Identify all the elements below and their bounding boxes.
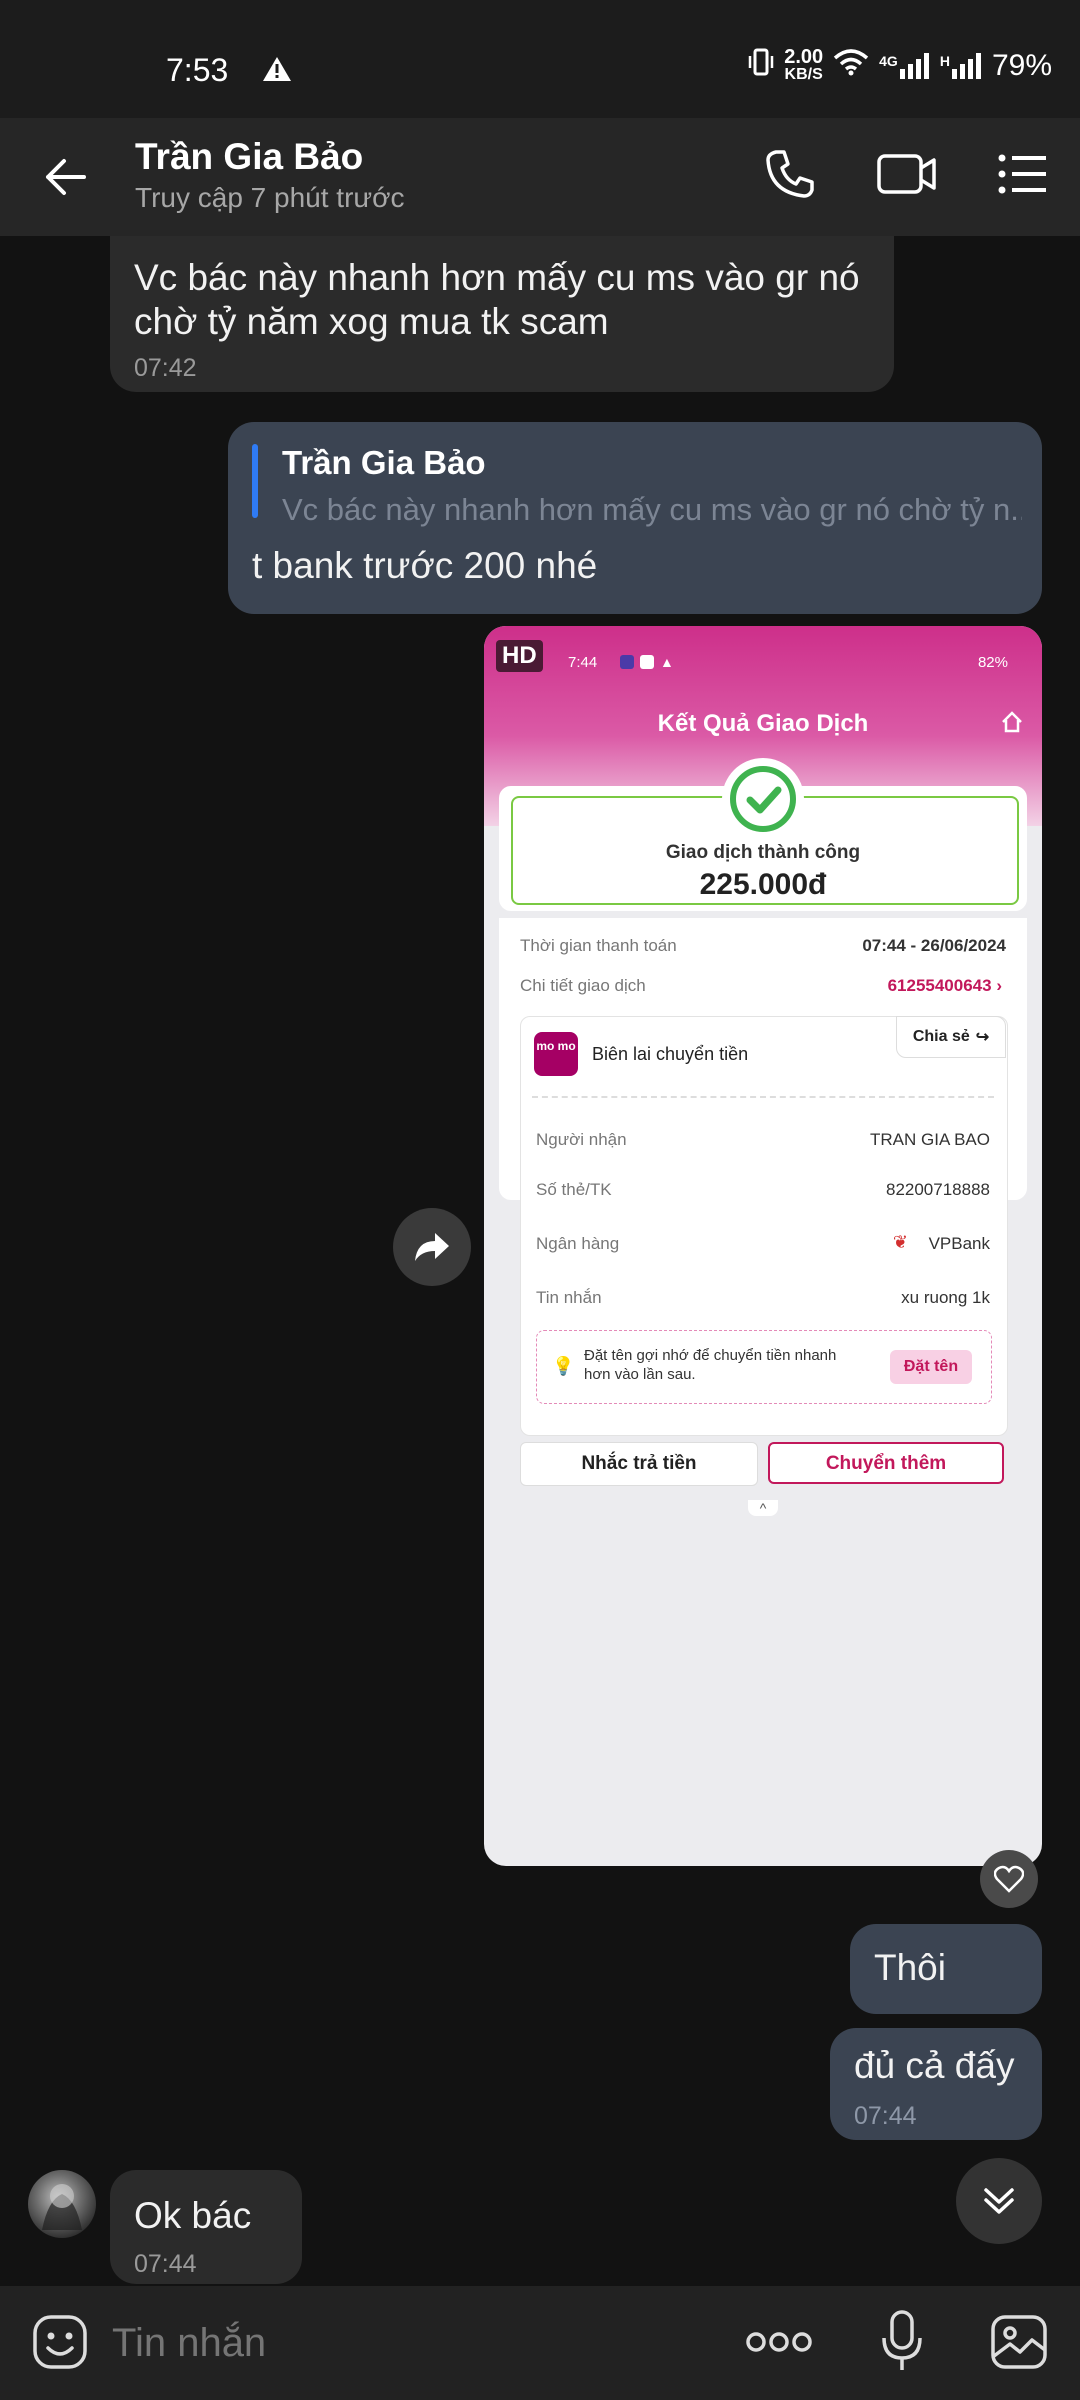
account-number: 82200718888 xyxy=(885,1180,990,1199)
recipient: TRAN GIA BAO xyxy=(870,1130,990,1149)
sticker-button[interactable] xyxy=(32,2314,88,2375)
wifi-icon xyxy=(833,48,869,84)
phone-icon xyxy=(766,150,814,198)
avatar[interactable] xyxy=(28,2170,96,2238)
success-text: Giao dịch thành công xyxy=(665,842,861,863)
forward-button[interactable] xyxy=(393,1208,471,1286)
vibrate-icon xyxy=(748,48,774,84)
transaction-id: 61255400643 xyxy=(887,976,992,995)
message-time: 07:44 xyxy=(134,2250,197,2278)
reply-author: Trần Gia Bảo xyxy=(282,444,486,481)
bank-name: VPBank xyxy=(928,1234,990,1253)
vpbank-logo-icon: ❦ xyxy=(892,1232,908,1252)
message-text: t bank trước 200 nhé xyxy=(252,545,598,586)
chevron-right-icon: › xyxy=(996,976,1002,995)
account-label: Số thẻ/TK xyxy=(536,1180,612,1199)
receipt-status-battery: 82% xyxy=(977,654,1008,671)
scroll-down-button[interactable] xyxy=(956,2158,1042,2244)
momo-logo: mo mo xyxy=(534,1032,578,1076)
contact-name[interactable]: Trần Gia Bảo xyxy=(135,136,363,178)
amount: 225.000đ xyxy=(699,868,827,901)
reply-bar xyxy=(252,444,258,518)
message-text: đủ cả đấy xyxy=(854,2045,1015,2086)
transfer-more-button[interactable]: Chuyển thêm xyxy=(768,1442,1004,1484)
receipt-title: Kết Quả Giao Dịch xyxy=(657,710,869,737)
divider xyxy=(532,1096,994,1098)
message-text: Thôi xyxy=(874,1947,946,1988)
menu-button[interactable] xyxy=(996,148,1048,205)
message-bubble-outgoing-reply[interactable]: Trần Gia Bảo Vc bác này nhanh hơn mấy cu… xyxy=(228,422,1042,614)
more-dots-icon xyxy=(746,2332,812,2352)
message-input[interactable] xyxy=(110,2310,714,2376)
status-time: 7:53 xyxy=(166,52,229,88)
hd-badge: HD xyxy=(496,640,543,672)
message-bubble-outgoing[interactable]: đủ cả đấy 07:44 xyxy=(830,2028,1042,2140)
message-label: Tin nhắn xyxy=(536,1288,602,1307)
share-arrow-icon xyxy=(415,1233,449,1261)
share-label: Chia sẻ xyxy=(912,1028,970,1045)
app-notification-icon xyxy=(640,655,654,669)
set-name-button[interactable]: Đặt tên xyxy=(890,1350,972,1384)
list-menu-icon xyxy=(998,154,1046,194)
arrow-left-icon xyxy=(46,159,86,195)
share-icon: ↪ xyxy=(975,1029,990,1046)
microphone-icon xyxy=(882,2310,922,2370)
double-chevron-down-icon xyxy=(984,2188,1014,2214)
message-bubble-outgoing[interactable]: Thôi xyxy=(850,1924,1042,2014)
battery-level: 79% xyxy=(991,49,1052,82)
home-icon xyxy=(1000,710,1024,739)
transaction-id-link[interactable]: 61255400643 › xyxy=(888,976,1002,996)
like-button[interactable] xyxy=(980,1850,1038,1908)
message-time: 07:42 xyxy=(134,354,197,382)
video-camera-icon xyxy=(877,154,936,194)
message-bubble-incoming[interactable]: Vc bác này nhanh hơn mấy cu ms vào gr nó… xyxy=(110,236,894,392)
reply-preview: Vc bác này nhanh hơn mấy cu ms vào gr nó… xyxy=(282,492,1022,527)
share-button[interactable]: Chia sẻ ↪ xyxy=(896,1016,1006,1058)
detail-label: Chi tiết giao dịch xyxy=(520,976,646,995)
image-message[interactable]: HD 7:44 ▲ 82% Kết Quả Giao Dịch Giao dịc… xyxy=(484,626,1042,1866)
chevron-up-icon: ^ xyxy=(748,1500,778,1516)
pay-time-label: Thời gian thanh toán xyxy=(520,936,677,955)
message-text: Ok bác xyxy=(134,2195,252,2236)
message-bubble-incoming[interactable]: Ok bác 07:44 xyxy=(110,2170,302,2284)
video-call-button[interactable] xyxy=(876,148,938,205)
receipt-label: Biên lai chuyển tiền xyxy=(592,1044,749,1064)
emoji-icon xyxy=(33,2315,87,2369)
net-speed: 2.00 KB/S xyxy=(784,46,824,83)
check-icon xyxy=(722,758,804,840)
message-text: Vc bác này nhanh hơn mấy cu ms vào gr nó… xyxy=(134,257,860,342)
image-icon xyxy=(991,2315,1047,2369)
warning-icon: ▲ xyxy=(660,654,674,670)
warning-icon xyxy=(262,56,292,87)
lightbulb-icon: 💡 xyxy=(552,1356,575,1376)
bank-label: Ngân hàng xyxy=(536,1234,620,1253)
recipient-label: Người nhận xyxy=(536,1130,627,1149)
message-time: 07:44 xyxy=(854,2102,917,2130)
app-notification-icon xyxy=(620,655,634,669)
last-seen: Truy cập 7 phút trước xyxy=(135,182,405,213)
transfer-message: xu ruong 1k xyxy=(901,1288,990,1307)
remind-button[interactable]: Nhắc trả tiền xyxy=(520,1442,758,1486)
voice-button[interactable] xyxy=(880,2310,924,2377)
signal-icon-2: H xyxy=(940,53,982,79)
pay-time: 07:44 - 26/06/2024 xyxy=(862,936,1006,955)
gallery-button[interactable] xyxy=(990,2314,1048,2375)
status-right: 2.00 KB/S 4G H 79% xyxy=(748,46,1052,84)
signal-icon-1: 4G xyxy=(879,53,930,79)
heart-icon xyxy=(994,1865,1024,1893)
more-options-button[interactable] xyxy=(746,2322,812,2367)
back-button[interactable] xyxy=(42,153,90,206)
call-button[interactable] xyxy=(764,148,816,205)
receipt-status-time: 7:44 xyxy=(568,654,598,671)
tip-text: Đặt tên gợi nhớ để chuyển tiền nhanh hơn… xyxy=(584,1347,837,1383)
